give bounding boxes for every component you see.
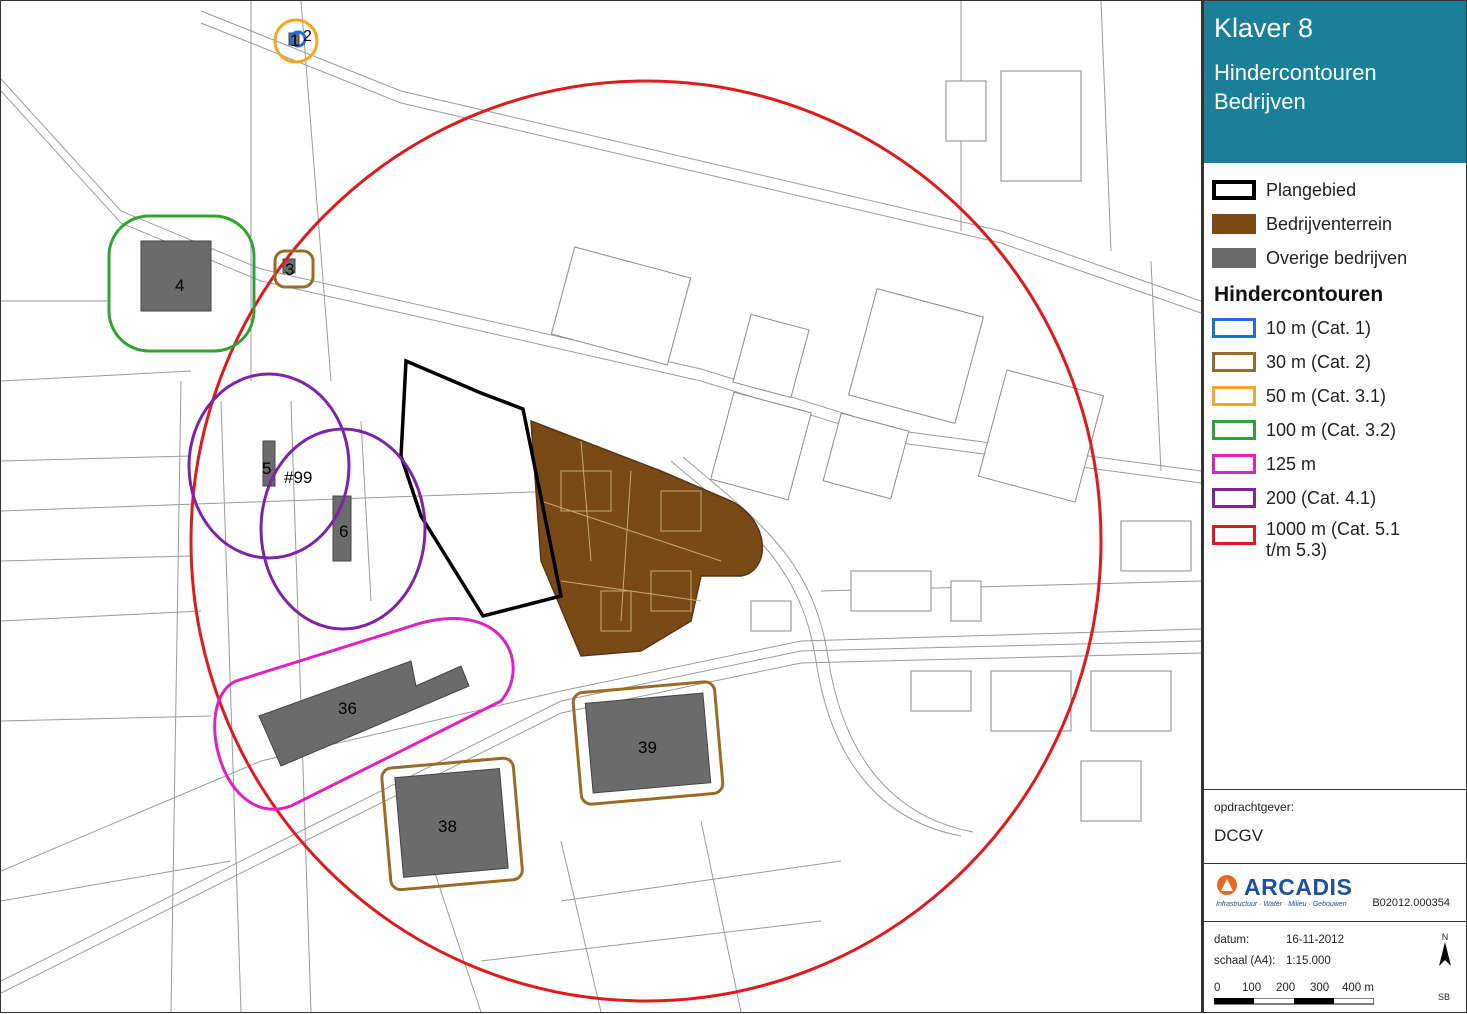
label-39: 39: [638, 738, 657, 757]
date-key: datum:: [1214, 934, 1250, 946]
map-svg: 1 2 3 4 5 #99 6 36 38 39: [1, 1, 1201, 1012]
bedrijventerrein-swatch: [1212, 214, 1256, 234]
legend-label: 100 m (Cat. 3.2): [1266, 419, 1397, 440]
company-name: ARCADIS: [1244, 874, 1353, 900]
author-initials: SB: [1437, 992, 1450, 1002]
legend-item-10m: 10 m (Cat. 1): [1212, 311, 1458, 345]
label-36: 36: [338, 699, 357, 718]
north-arrow: N: [1438, 932, 1452, 970]
map-title: Klaver 8: [1214, 13, 1314, 43]
map-subtitle-2: Bedrijven: [1214, 89, 1306, 114]
legend-label: 10 m (Cat. 1): [1266, 317, 1372, 338]
contour-1000m-swatch: [1212, 525, 1256, 545]
plangebied-swatch: [1212, 180, 1256, 200]
company-36-building[interactable]: [258, 660, 470, 767]
scale-key: schaal (A4):: [1214, 955, 1276, 967]
label-6: 6: [339, 522, 348, 541]
contour-100m-swatch: [1212, 420, 1256, 440]
scalebar-label: 0: [1214, 982, 1221, 994]
legend-label: 200 (Cat. 4.1): [1266, 487, 1377, 508]
legend-panel: Klaver 8 Hindercontouren Bedrijven Plang…: [1202, 0, 1467, 1013]
legend-label: Plangebied: [1266, 179, 1357, 200]
north-arrow-icon: [1439, 942, 1451, 966]
legend-item-50m: 50 m (Cat. 3.1): [1212, 379, 1458, 413]
label-38: 38: [438, 817, 457, 836]
meta-block: datum: 16-11-2012 schaal (A4): 1:15.000 …: [1204, 921, 1466, 1014]
label-3: 3: [285, 260, 294, 279]
client-block: opdrachtgever: DCGV: [1204, 789, 1466, 863]
scale-value: 1:15.000: [1286, 955, 1331, 967]
legend-item-200m: 200 (Cat. 4.1): [1212, 481, 1458, 515]
legend-item-30m: 30 m (Cat. 2): [1212, 345, 1458, 379]
legend-label-line2: t/m 5.3): [1266, 540, 1328, 560]
map-canvas[interactable]: 1 2 3 4 5 #99 6 36 38 39: [0, 0, 1202, 1013]
date-value: 16-11-2012: [1286, 934, 1344, 946]
legend-label: 30 m (Cat. 2): [1266, 351, 1372, 372]
legend-label: Bedrijventerrein: [1266, 213, 1393, 234]
title-block: Klaver 8 Hindercontouren Bedrijven: [1204, 1, 1466, 163]
arcadis-logo-icon: [1217, 875, 1237, 895]
label-4: 4: [175, 276, 184, 295]
project-number: B02012.000354: [1372, 897, 1450, 909]
scalebar-label: 100: [1242, 982, 1262, 994]
legend-item-plangebied: Plangebied: [1212, 173, 1458, 207]
scalebar-label: 400 m: [1342, 982, 1374, 994]
map-labels: 1 2 3 4 5 #99 6 36 38 39: [175, 28, 657, 836]
label-99: #99: [284, 468, 312, 487]
contour-10m-swatch: [1212, 318, 1256, 338]
legend-heading-hindercontouren: Hindercontouren: [1214, 283, 1384, 306]
legend-item-overige-bedrijven: Overige bedrijven: [1212, 241, 1458, 275]
legend-item-bedrijventerrein: Bedrijventerrein: [1212, 207, 1458, 241]
scalebar-label: 300: [1310, 982, 1330, 994]
legend-label: Overige bedrijven: [1266, 247, 1408, 268]
contour-30m-swatch: [1212, 352, 1256, 372]
contour-125m-swatch: [1212, 454, 1256, 474]
label-2: 2: [303, 28, 312, 45]
label-5: 5: [262, 459, 271, 478]
legend-label: 1000 m (Cat. 5.1 t/m 5.3): [1266, 519, 1400, 561]
legend-item-100m: 100 m (Cat. 3.2): [1212, 413, 1458, 447]
legend-label: 50 m (Cat. 3.1): [1266, 385, 1387, 406]
legend: Plangebied Bedrijventerrein Overige bedr…: [1204, 163, 1466, 569]
scalebar-label: 200: [1276, 982, 1296, 994]
company-block: ARCADIS Infrastructuur · Water · Milieu …: [1204, 863, 1466, 921]
contour-50m-swatch: [1212, 386, 1256, 406]
overige-bedrijven-swatch: [1212, 248, 1256, 268]
north-label: N: [1441, 932, 1449, 942]
contour-200m-swatch: [1212, 488, 1256, 508]
legend-label-line1: 1000 m (Cat. 5.1: [1266, 519, 1401, 539]
legend-label: 125 m: [1266, 453, 1317, 474]
client-key: opdrachtgever:: [1214, 800, 1295, 814]
map-subtitle-1: Hindercontouren: [1214, 60, 1377, 85]
overige-bedrijven: [140, 32, 712, 878]
company-tagline: Infrastructuur · Water · Milieu · Gebouw…: [1216, 901, 1347, 908]
scalebar: [1214, 998, 1374, 1005]
label-1: 1: [290, 31, 299, 50]
legend-item-125m: 125 m: [1212, 447, 1458, 481]
client-value: DCGV: [1214, 826, 1264, 845]
legend-item-1000m: 1000 m (Cat. 5.1 t/m 5.3): [1212, 515, 1458, 569]
